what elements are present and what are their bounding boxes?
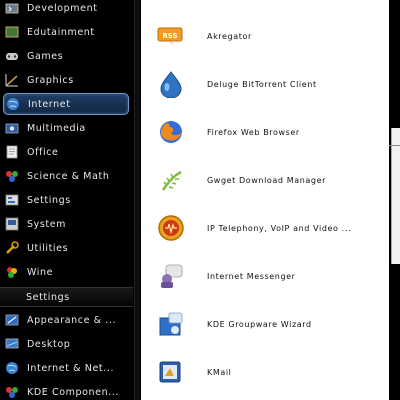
wine-icon xyxy=(5,265,19,279)
category-wine[interactable]: Wine xyxy=(3,261,129,283)
background-panel xyxy=(391,128,400,264)
kmail-icon xyxy=(157,358,185,386)
telephony-icon xyxy=(157,214,185,242)
app-kde-groupware-wizard[interactable]: KDE Groupware Wizard xyxy=(141,302,389,346)
app-label: KMail xyxy=(207,367,232,377)
settings-section-header: Settings xyxy=(0,287,133,307)
kde-components-icon xyxy=(5,385,19,399)
app-deluge[interactable]: Deluge BitTorrent Client xyxy=(141,62,389,106)
category-label: Science & Math xyxy=(27,170,110,182)
category-label: Utilities xyxy=(27,242,69,254)
app-label: IP Telephony, VoIP and Video ... xyxy=(207,223,352,233)
category-utilities[interactable]: Utilities xyxy=(3,237,129,259)
category-office[interactable]: Office xyxy=(3,141,129,163)
category-multimedia[interactable]: Multimedia xyxy=(3,117,129,139)
office-icon xyxy=(5,145,19,159)
app-label: Akregator xyxy=(207,31,252,41)
settings-item-label: Appearance & ... xyxy=(27,314,117,326)
application-list: RSS Akregator Deluge BitTorrent Client F… xyxy=(141,0,389,400)
category-label: Multimedia xyxy=(27,122,86,134)
settings-item-label: KDE Componen... xyxy=(27,386,120,398)
games-icon xyxy=(5,49,19,63)
appearance-icon xyxy=(5,313,19,327)
category-label: Internet xyxy=(28,98,71,110)
utilities-icon xyxy=(5,241,19,255)
category-development[interactable]: Development xyxy=(3,0,129,19)
settings-item-label: Internet & Net... xyxy=(27,362,115,374)
background-window-edge xyxy=(389,0,400,400)
category-scrollbar[interactable] xyxy=(134,0,140,400)
app-label: KDE Groupware Wizard xyxy=(207,319,312,329)
internet-icon xyxy=(6,97,20,111)
divider xyxy=(389,145,400,146)
gwget-icon xyxy=(157,166,185,194)
internet-network-icon xyxy=(5,361,19,375)
category-system[interactable]: System xyxy=(3,213,129,235)
multimedia-icon xyxy=(5,121,19,135)
category-settings[interactable]: Settings xyxy=(3,189,129,211)
category-label: Wine xyxy=(27,266,54,278)
settings-icon xyxy=(5,193,19,207)
app-firefox[interactable]: Firefox Web Browser xyxy=(141,110,389,154)
svg-text:RSS: RSS xyxy=(162,32,177,40)
category-menu: Development Edutainment Games Graphics I… xyxy=(0,0,133,400)
category-edutainment[interactable]: Edutainment xyxy=(3,21,129,43)
app-kmail[interactable]: KMail xyxy=(141,350,389,394)
settings-item-appearance[interactable]: Appearance & ... xyxy=(3,309,129,331)
category-label: System xyxy=(27,218,67,230)
deluge-icon xyxy=(157,70,185,98)
app-akregator[interactable]: RSS Akregator xyxy=(141,14,389,58)
category-label: Development xyxy=(27,2,98,14)
graphics-icon xyxy=(5,73,19,87)
desktop-icon xyxy=(5,337,19,351)
category-internet[interactable]: Internet xyxy=(3,93,129,115)
category-label: Settings xyxy=(27,194,71,206)
system-icon xyxy=(5,217,19,231)
settings-item-internet-network[interactable]: Internet & Net... xyxy=(3,357,129,379)
groupware-wizard-icon xyxy=(157,310,185,338)
category-label: Office xyxy=(27,146,59,158)
category-graphics[interactable]: Graphics xyxy=(3,69,129,91)
edutainment-icon xyxy=(5,25,19,39)
science-icon xyxy=(5,169,19,183)
category-games[interactable]: Games xyxy=(3,45,129,67)
development-icon xyxy=(5,1,19,15)
firefox-icon xyxy=(157,118,185,146)
rss-feed-icon: RSS xyxy=(157,22,185,50)
app-label: Internet Messenger xyxy=(207,271,296,281)
category-label: Graphics xyxy=(27,74,74,86)
settings-item-kde-components[interactable]: KDE Componen... xyxy=(3,381,129,400)
app-gwget[interactable]: Gwget Download Manager xyxy=(141,158,389,202)
app-label: Gwget Download Manager xyxy=(207,175,326,185)
category-label: Edutainment xyxy=(27,26,95,38)
app-ip-telephony[interactable]: IP Telephony, VoIP and Video ... xyxy=(141,206,389,250)
app-internet-messenger[interactable]: Internet Messenger xyxy=(141,254,389,298)
app-label: Deluge BitTorrent Client xyxy=(207,79,317,89)
settings-item-label: Desktop xyxy=(27,338,71,350)
settings-item-desktop[interactable]: Desktop xyxy=(3,333,129,355)
category-science-math[interactable]: Science & Math xyxy=(3,165,129,187)
messenger-icon xyxy=(157,262,185,290)
app-label: Firefox Web Browser xyxy=(207,127,300,137)
category-label: Games xyxy=(27,50,64,62)
